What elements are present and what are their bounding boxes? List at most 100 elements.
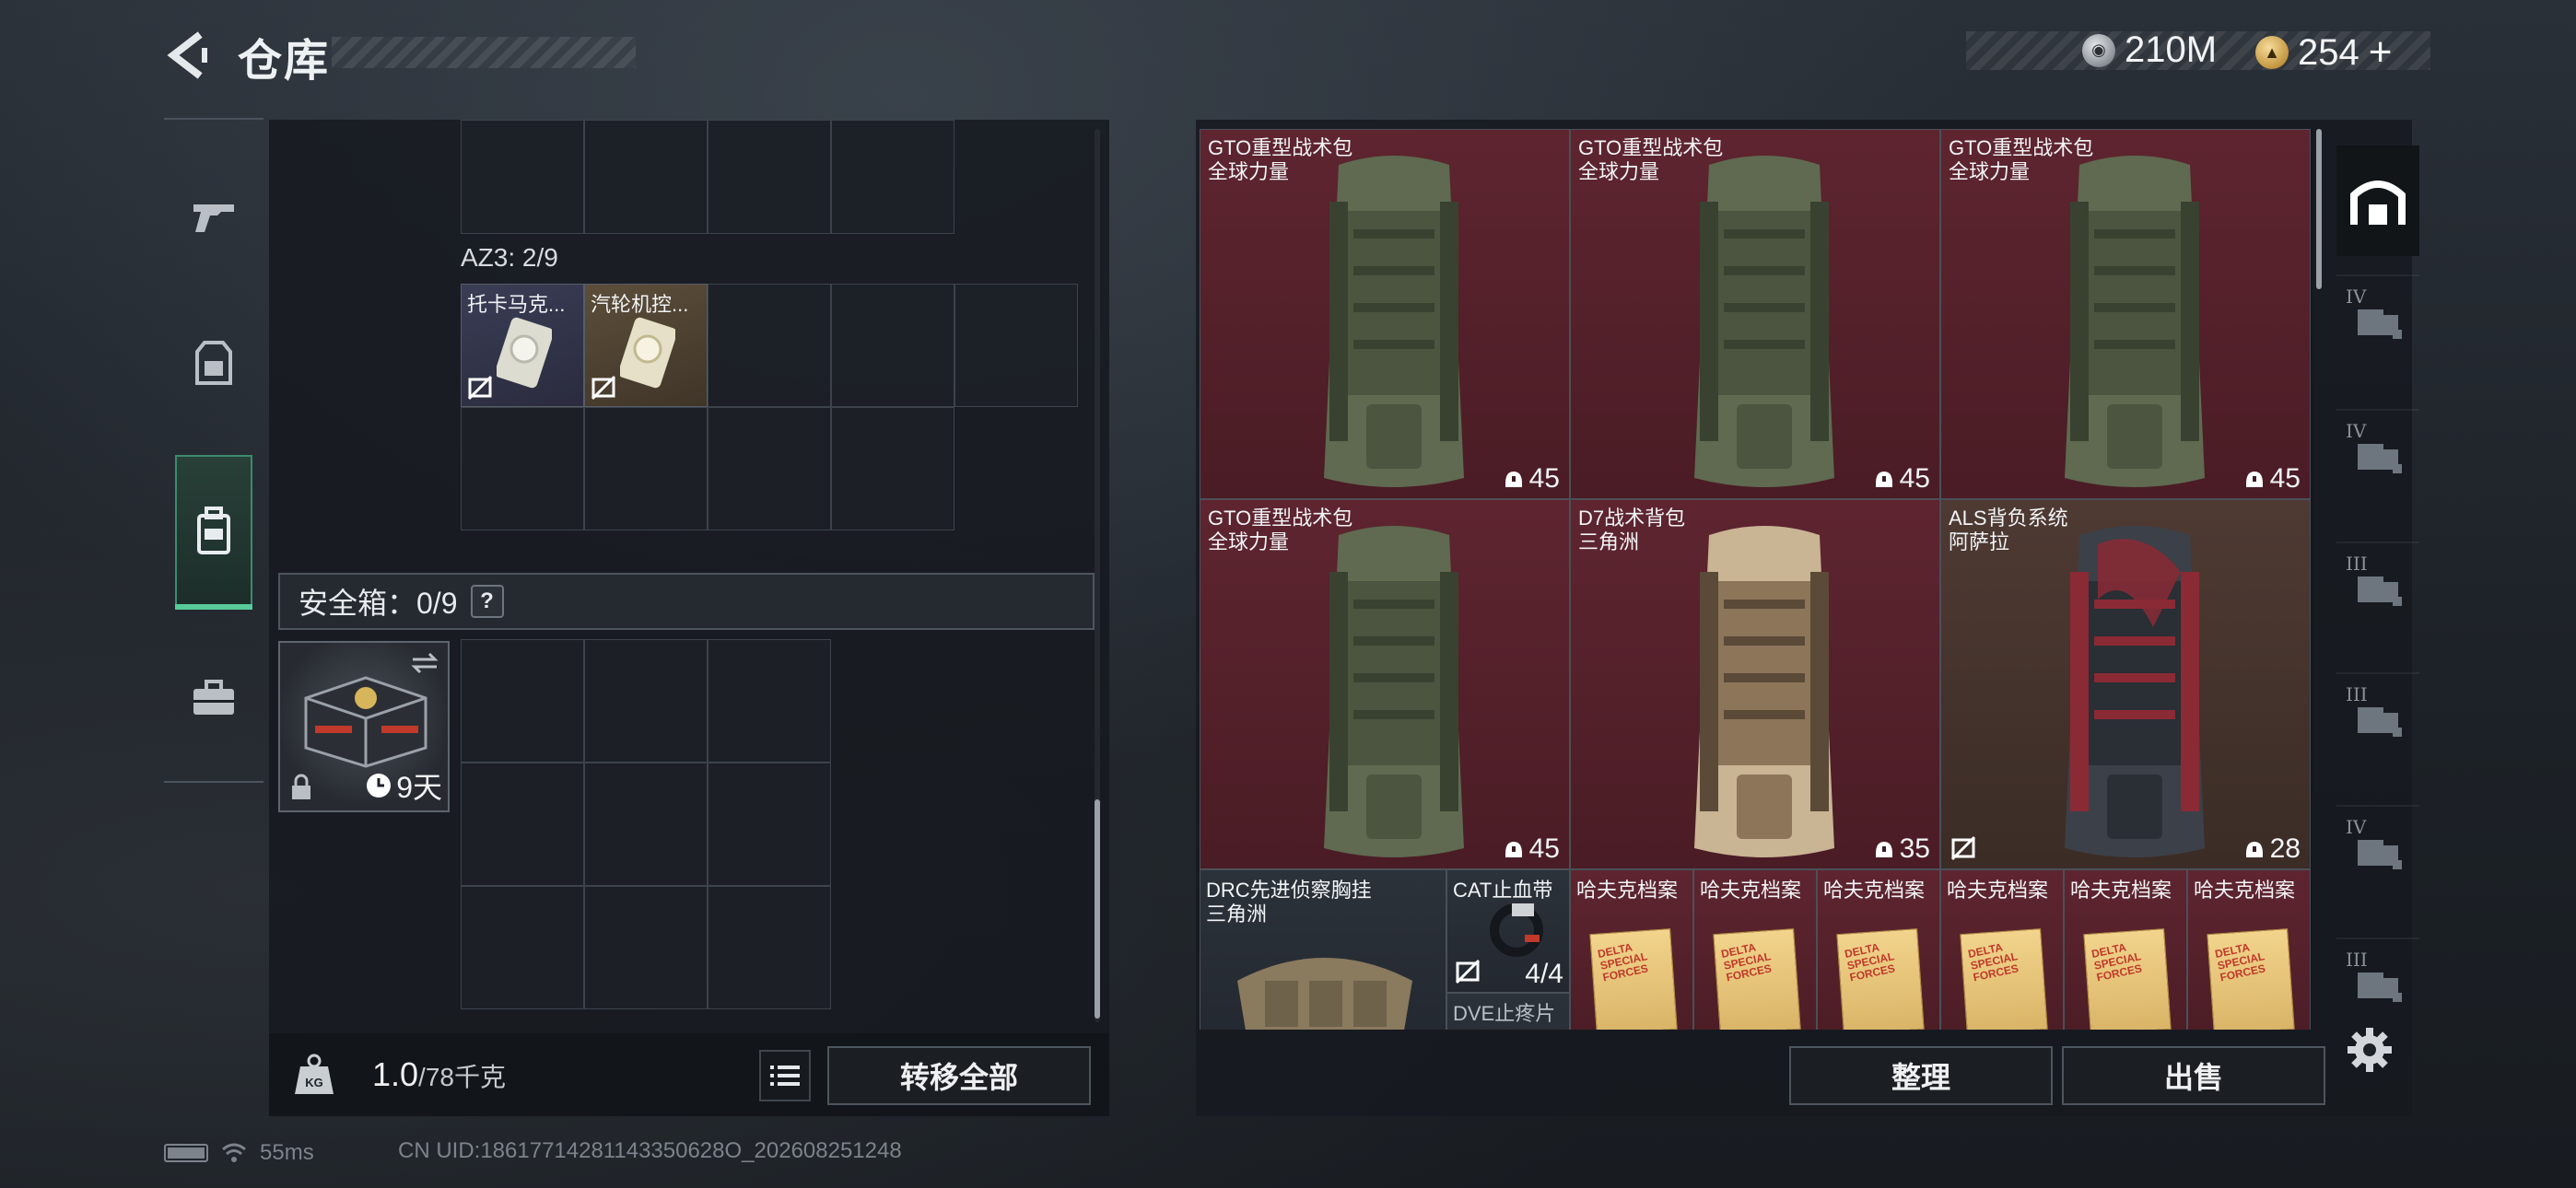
folder-stamp: DELTA SPECIAL FORCES	[2090, 940, 2144, 984]
grid-cell[interactable]	[708, 639, 831, 763]
grid-cell[interactable]	[584, 639, 708, 763]
tab-weapons[interactable]	[164, 160, 263, 271]
currency-silver[interactable]: ◉ 210M	[2082, 29, 2217, 71]
inventory-item-tokamak[interactable]: 托卡马克...	[461, 284, 584, 407]
storage-panel: DRC先进侦察胸挂 三角洲 CAT止血带 4/4 DVE止疼片 GTO重型战术包…	[1196, 120, 2412, 1116]
safe-box-item[interactable]: 9天	[278, 641, 450, 812]
tab-rifle-crate[interactable]: III	[2336, 542, 2419, 630]
storage-item-backpack[interactable]: GTO重型战术包 全球力量 45	[1200, 129, 1570, 499]
inventory-scrollbar[interactable]	[1095, 129, 1100, 1022]
folder-icon: DELTA SPECIAL FORCES	[1713, 928, 1801, 1030]
grid-cell[interactable]	[461, 639, 584, 763]
storage-item-file[interactable]: 哈夫克档案 DELTA SPECIAL FORCES	[2064, 869, 2187, 1030]
capacity-value: 45	[2269, 463, 2301, 494]
tab-folder-crate[interactable]: IV	[2336, 274, 2419, 363]
grid-cell[interactable]	[584, 407, 708, 530]
scrollbar-thumb[interactable]	[1095, 799, 1100, 1019]
storage-scrollbar[interactable]	[2316, 129, 2322, 1030]
tab-equipment[interactable]	[164, 308, 263, 418]
chest-rig-icon	[1237, 958, 1412, 1030]
tier-label: III	[2346, 553, 2368, 575]
az3-capacity-label: AZ3: 2/9	[461, 243, 558, 272]
tab-gear-crate[interactable]: IV	[2336, 805, 2419, 893]
grid-cell[interactable]	[954, 284, 1078, 407]
ping-text: 55ms	[260, 1140, 314, 1165]
currency-gold[interactable]: ▲ 254 +	[2255, 29, 2392, 76]
storage-item-backpack[interactable]: GTO重型战术包 全球力量 45	[1570, 129, 1940, 499]
helmet-icon	[1875, 842, 1892, 857]
scrollbar-thumb[interactable]	[2316, 129, 2322, 289]
item-count: 4/4	[1525, 959, 1563, 989]
sort-button[interactable]: 整理	[1789, 1046, 2053, 1105]
status-bar: 55ms	[164, 1138, 314, 1168]
backpack-art-icon	[2065, 526, 2205, 857]
grid-cell[interactable]	[461, 886, 584, 1009]
storage-item-backpack[interactable]: GTO重型战术包 全球力量 45	[1940, 129, 2311, 499]
item-name: 哈夫克档案	[1700, 879, 1802, 902]
storage-item-backpack[interactable]: D7战术背包 三角洲 35	[1570, 499, 1940, 869]
transfer-all-button[interactable]: 转移全部	[827, 1046, 1091, 1105]
storage-item-backpack[interactable]: ALS背负系统 阿萨拉 28	[1940, 499, 2311, 869]
settings-button[interactable]	[2342, 1022, 2397, 1077]
toolbox-icon	[193, 680, 234, 715]
component-icon	[497, 317, 552, 389]
grid-cell[interactable]	[708, 284, 831, 407]
grid-cell[interactable]	[461, 763, 584, 886]
grid-cell[interactable]	[831, 284, 954, 407]
tab-medkit-crate[interactable]: IV	[2336, 409, 2419, 497]
backpack-art-icon	[2065, 156, 2205, 487]
tab-backpack[interactable]	[175, 455, 252, 610]
storage-item-file[interactable]: 哈夫克档案 DELTA SPECIAL FORCES	[1940, 869, 2064, 1030]
uid-text: CN UID:18617714281143350628O_20260825124…	[398, 1138, 902, 1163]
grid-cell[interactable]	[831, 120, 954, 234]
item-name: CAT止血带	[1453, 879, 1553, 902]
grid-cell[interactable]	[708, 120, 831, 234]
grid-cell[interactable]	[584, 120, 708, 234]
item-name: 哈夫克档案	[1947, 879, 2049, 902]
inventory-item-turbine-controller[interactable]: 汽轮机控...	[584, 284, 708, 407]
tab-safe-house[interactable]	[2336, 146, 2419, 256]
no-transfer-icon	[467, 375, 493, 401]
grid-cell[interactable]	[461, 120, 584, 234]
grid-cell[interactable]	[831, 407, 954, 530]
storage-item-file[interactable]: 哈夫克档案 DELTA SPECIAL FORCES	[1570, 869, 1693, 1030]
sell-button[interactable]: 出售	[2062, 1046, 2325, 1105]
storage-item-file[interactable]: 哈夫克档案 DELTA SPECIAL FORCES	[1817, 869, 1940, 1030]
item-name: 哈夫克档案	[1576, 879, 1679, 902]
grid-cell[interactable]	[461, 407, 584, 530]
grid-cell[interactable]	[708, 407, 831, 530]
grid-cell[interactable]	[708, 886, 831, 1009]
storage-item-backpack[interactable]: GTO重型战术包 全球力量 45	[1200, 499, 1570, 869]
item-brand: 全球力量	[1578, 160, 1660, 183]
helmet-icon	[2245, 472, 2263, 487]
item-chest-rig[interactable]: DRC先进侦察胸挂 三角洲	[1200, 869, 1446, 1030]
folder-icon: DELTA SPECIAL FORCES	[2083, 928, 2172, 1030]
item-painkiller[interactable]: DVE止疼片	[1446, 993, 1570, 1030]
helmet-icon	[1875, 472, 1892, 487]
tier-label: IV	[2346, 420, 2367, 442]
capacity-badge: 45	[1504, 833, 1560, 865]
folder-stamp: DELTA SPECIAL FORCES	[2213, 940, 2267, 984]
storage-item-file[interactable]: 哈夫克档案 DELTA SPECIAL FORCES	[1693, 869, 1817, 1030]
item-tourniquet[interactable]: CAT止血带 4/4	[1446, 869, 1570, 993]
help-icon[interactable]: ?	[470, 585, 504, 618]
grid-cell[interactable]	[584, 763, 708, 886]
list-view-button[interactable]	[759, 1050, 811, 1101]
tab-rifle-crate[interactable]: III	[2336, 672, 2419, 761]
folder-stamp: DELTA SPECIAL FORCES	[1966, 940, 2020, 984]
tab-supplies[interactable]	[164, 643, 263, 753]
folder-icon: DELTA SPECIAL FORCES	[1836, 928, 1925, 1030]
capacity-value: 35	[1899, 833, 1930, 864]
folder-icon: DELTA SPECIAL FORCES	[2207, 928, 2295, 1030]
svg-text:KG: KG	[305, 1076, 323, 1089]
grid-cell[interactable]	[584, 886, 708, 1009]
back-button[interactable]	[158, 26, 217, 85]
grid-cell[interactable]	[708, 763, 831, 886]
currency-gold-value: 254	[2298, 31, 2359, 73]
item-brand: 三角洲	[1578, 530, 1640, 553]
capacity-badge: 45	[1874, 463, 1930, 495]
tab-rifle-crate[interactable]: III	[2336, 938, 2419, 1026]
add-currency-button[interactable]: +	[2369, 29, 2393, 76]
storage-item-file[interactable]: 哈夫克档案 DELTA SPECIAL FORCES	[2187, 869, 2311, 1030]
item-brand: 全球力量	[1208, 160, 1290, 183]
